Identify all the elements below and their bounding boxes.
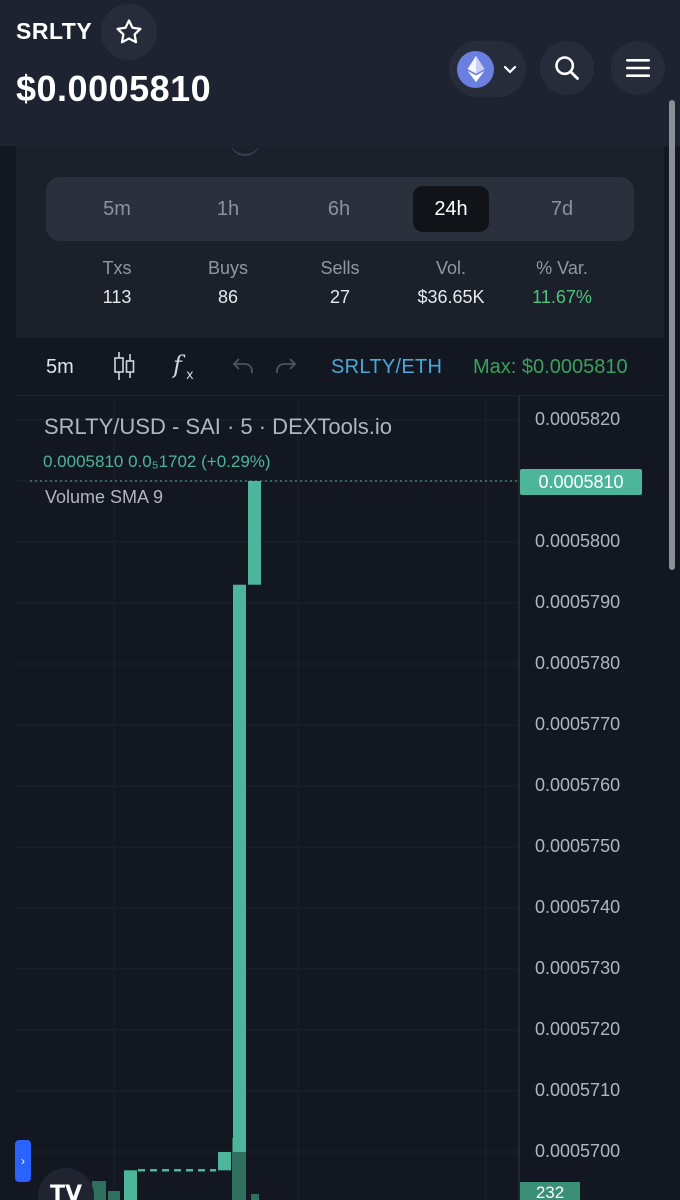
price-tick-label: 0.0005780	[535, 653, 621, 673]
token-symbol: SRLTY	[16, 18, 93, 44]
price-tick-label: 0.0005750	[535, 836, 621, 856]
timeframe-5m[interactable]: 5m	[61, 186, 173, 232]
stat-volume: Vol. $36.65K	[396, 258, 506, 308]
price-chart[interactable]: SRLTY/USD - SAI · 5 · DEXTools.io 0.0005…	[16, 396, 664, 1200]
candle	[248, 481, 261, 585]
stat-label: % Var.	[536, 258, 588, 278]
price-tick-label: 0.0005800	[535, 531, 621, 551]
stat-variation: % Var. 11.67%	[507, 258, 617, 308]
search-icon	[555, 56, 579, 80]
indicators-icon[interactable]: f x	[171, 351, 200, 388]
candle	[218, 1152, 231, 1171]
candle	[124, 1170, 137, 1200]
stat-sells: Sells 27	[285, 258, 395, 308]
stat-label: Txs	[102, 258, 132, 278]
volume-bar	[92, 1181, 106, 1200]
undo-icon[interactable]	[230, 354, 256, 383]
price-tick-label: 0.0005820	[535, 409, 621, 429]
stat-label: Sells	[320, 258, 360, 278]
price-tick-label: 0.0005740	[535, 897, 621, 917]
volume-legend: Volume SMA 9	[45, 487, 164, 507]
stat-value: $36.65K	[417, 287, 485, 307]
price-tick-label: 0.0005790	[535, 592, 621, 612]
candle	[233, 584, 246, 1152]
timeframe-6h[interactable]: 6h	[283, 186, 395, 232]
menu-icon	[626, 59, 650, 77]
pair-selector[interactable]: SRLTY/ETH	[331, 356, 442, 379]
volume-value-label: 232	[520, 1182, 580, 1200]
timeframe-24h[interactable]: 24h	[413, 186, 489, 232]
menu-button[interactable]	[611, 41, 665, 95]
favorite-button[interactable]	[101, 4, 157, 60]
chart-legend-title: SRLTY/USD - SAI · 5 · DEXTools.io	[44, 414, 393, 439]
timeframe-1h[interactable]: 1h	[172, 186, 284, 232]
chart-toolbar: 5m f x SRLTY/ETH Max: $0.0005810	[16, 338, 664, 396]
current-price: $0.0005810	[16, 68, 212, 109]
price-tick-label: 0.0005730	[535, 958, 621, 978]
candles-icon[interactable]	[112, 350, 136, 387]
chart-legend-values: 0.0005810 0.0₅1702 (+0.29%)	[43, 452, 271, 471]
interval-button[interactable]: 5m	[46, 356, 74, 379]
price-tick-label: 0.0005760	[535, 775, 621, 795]
stat-value: 27	[329, 287, 351, 307]
svg-text:x: x	[186, 368, 194, 383]
stat-value: 86	[217, 287, 239, 307]
price-tick-label: 0.0005720	[535, 1019, 621, 1039]
svg-text:f: f	[172, 351, 186, 379]
stat-value: 113	[102, 287, 132, 307]
ethereum-icon	[457, 50, 494, 88]
stats-panel: 5m 1h 6h 24h 7d Txs 113 Buys 86 Sells 27…	[16, 146, 664, 338]
stat-txs: Txs 113	[62, 258, 172, 308]
volume-bar	[251, 1194, 259, 1200]
app-header: SRLTY $0.0005810	[0, 0, 680, 146]
volume-bar	[108, 1191, 120, 1200]
price-tick-label: 0.0005770	[535, 714, 621, 734]
chain-selector[interactable]	[449, 41, 526, 97]
page-scrollbar[interactable]	[669, 100, 675, 570]
search-button[interactable]	[540, 41, 594, 95]
last-price-label: 0.0005810	[520, 469, 642, 495]
side-drawer-handle[interactable]: ›	[15, 1140, 31, 1182]
stat-buys: Buys 86	[173, 258, 283, 308]
redo-icon[interactable]	[273, 354, 299, 383]
chevron-down-icon	[503, 65, 517, 74]
price-tick-label: 0.0005700	[535, 1141, 621, 1161]
timeframe-selector: 5m 1h 6h 24h 7d	[46, 177, 634, 241]
timeframe-7d[interactable]: 7d	[506, 186, 618, 232]
stat-label: Vol.	[435, 258, 467, 278]
stat-value: 11.67%	[532, 287, 592, 307]
stat-label: Buys	[207, 258, 249, 278]
max-price: Max: $0.0005810	[473, 356, 628, 378]
price-tick-label: 0.0005710	[535, 1080, 621, 1100]
star-icon	[116, 19, 142, 44]
